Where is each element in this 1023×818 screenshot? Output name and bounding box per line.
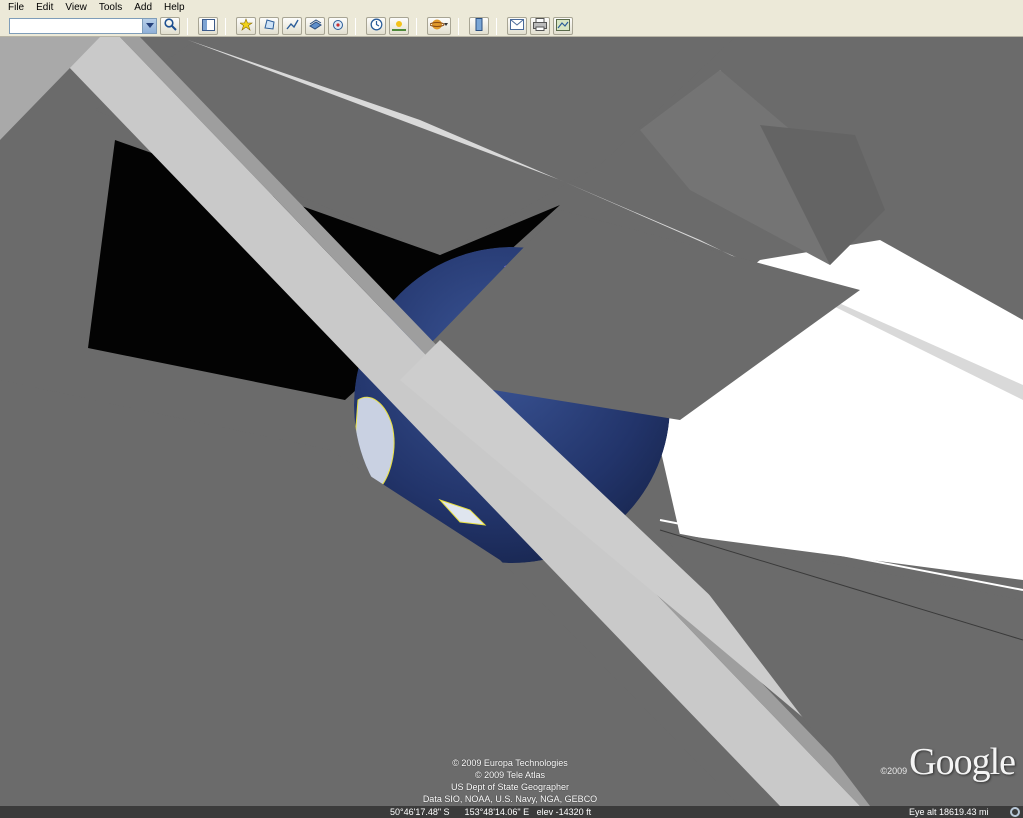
record-tour-icon — [332, 18, 345, 34]
sunlight-icon — [392, 18, 406, 34]
imagery-attribution: © 2009 Europa Technologies © 2009 Tele A… — [395, 757, 625, 805]
print-button[interactable] — [530, 17, 550, 35]
planets-icon — [429, 18, 448, 34]
eye-altitude: Eye alt 18619.43 mi — [909, 807, 989, 817]
chevron-down-icon[interactable] — [142, 19, 156, 33]
share-tools-group — [504, 17, 573, 35]
email-icon — [510, 19, 524, 33]
email-button[interactable] — [507, 17, 527, 35]
image-overlay-icon — [308, 18, 322, 34]
placemark-icon — [238, 18, 253, 34]
globe-scene — [0, 37, 1023, 806]
toolbar-separator — [416, 17, 417, 35]
menu-tools[interactable]: Tools — [93, 0, 128, 16]
toolbar-separator — [187, 17, 188, 35]
search-icon — [163, 18, 177, 34]
sunlight-button[interactable] — [389, 17, 409, 35]
add-placemark-button[interactable] — [236, 17, 256, 35]
attribution-line: © 2009 Tele Atlas — [474, 770, 545, 780]
ruler-icon — [475, 18, 483, 34]
menu-bar: File Edit View Tools Add Help — [0, 0, 1023, 16]
streaming-indicator-icon — [1010, 807, 1020, 817]
sidebar-toggle-icon — [201, 18, 215, 34]
add-polygon-button[interactable] — [259, 17, 279, 35]
pointer-coordinates: 50°46'17.48" S 153°48'14.06" E elev -143… — [390, 807, 592, 817]
logo-wordmark: Google — [909, 741, 1016, 783]
historical-imagery-icon — [370, 18, 383, 34]
record-tour-button[interactable] — [328, 17, 348, 35]
menu-edit[interactable]: Edit — [30, 0, 59, 16]
search-input[interactable] — [10, 19, 140, 33]
menu-add[interactable]: Add — [128, 0, 158, 16]
sidebar-toggle-button[interactable] — [198, 17, 218, 35]
polygon-icon — [263, 18, 276, 34]
google-logo: ©2009 Google — [880, 741, 1016, 783]
add-image-overlay-button[interactable] — [305, 17, 325, 35]
ruler-button[interactable] — [469, 17, 489, 35]
attribution-line: US Dept of State Geographer — [450, 782, 570, 792]
menu-help[interactable]: Help — [158, 0, 191, 16]
menu-view[interactable]: View — [59, 0, 93, 16]
status-bar: 50°46'17.48" S 153°48'14.06" E elev -143… — [0, 806, 1023, 818]
search-combo[interactable] — [9, 18, 157, 34]
toolbar-separator — [458, 17, 459, 35]
print-icon — [533, 18, 547, 34]
drawing-tools-group — [233, 17, 348, 35]
toolbar — [0, 16, 1023, 37]
attribution-line: © 2009 Europa Technologies — [452, 758, 568, 768]
add-path-button[interactable] — [282, 17, 302, 35]
menu-file[interactable]: File — [2, 0, 30, 16]
planets-button[interactable] — [427, 17, 451, 35]
path-icon — [285, 18, 299, 34]
view-in-maps-button[interactable] — [553, 17, 573, 35]
map-viewport[interactable]: © 2009 Europa Technologies © 2009 Tele A… — [0, 37, 1023, 806]
toolbar-separator — [225, 17, 226, 35]
historical-imagery-button[interactable] — [366, 17, 386, 35]
search-button[interactable] — [160, 17, 180, 35]
view-in-maps-icon — [556, 18, 570, 34]
logo-year: ©2009 — [880, 766, 908, 776]
attribution-line: Data SIO, NOAA, U.S. Navy, NGA, GEBCO — [422, 794, 598, 804]
toolbar-separator — [496, 17, 497, 35]
view-tools-group — [363, 17, 409, 35]
toolbar-separator — [355, 17, 356, 35]
